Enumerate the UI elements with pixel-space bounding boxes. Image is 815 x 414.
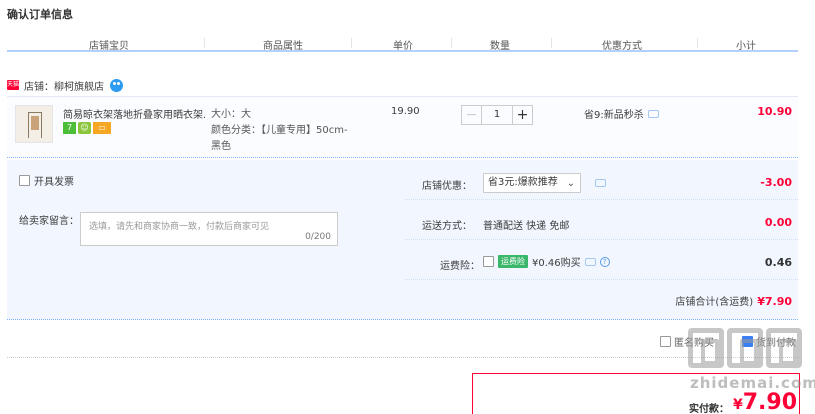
smile-service-icon: ☺ xyxy=(78,122,91,134)
column-divider xyxy=(551,38,552,48)
insurance-amount: 0.46 xyxy=(764,256,792,269)
quantity-stepper: − 1 + xyxy=(461,105,533,125)
fees-panel: 店铺优惠： 省3元:爆款推荐 ⌄ -3.00 运送方式： 普通配送 快递 免邮 … xyxy=(405,160,798,320)
col-discount: 优惠方式 xyxy=(602,41,642,52)
column-divider xyxy=(351,38,352,48)
shipping-label: 运送方式： xyxy=(422,221,472,232)
shop-total-label: 店铺合计(含运费) xyxy=(675,297,754,308)
anonymous-checkbox[interactable] xyxy=(660,336,671,347)
memo-label: 给卖家留言： xyxy=(19,216,79,227)
tmall-icon: 天猫 xyxy=(7,80,20,90)
decrease-quantity-button[interactable]: − xyxy=(461,105,482,125)
insurance-badge: 运费险 xyxy=(498,255,528,268)
invoice-checkbox[interactable] xyxy=(19,175,30,186)
column-divider xyxy=(451,38,452,48)
col-subtotal: 小计 xyxy=(736,41,756,52)
column-divider xyxy=(204,38,205,48)
insurance-row: 运费险： 运费险 ¥0.46购买 ? 0.46 xyxy=(405,240,798,280)
wangwang-chat-icon[interactable] xyxy=(110,78,123,92)
card-payment-icon: ▭ xyxy=(93,122,111,134)
watermark-logo-icon xyxy=(688,328,802,368)
seller-memo-textarea[interactable]: 选填，请先和商家协商一致，付款后商家可见 0/200 xyxy=(80,212,338,246)
coupon-select[interactable]: 省3元:爆款推荐 ⌄ xyxy=(483,173,581,193)
comment-icon[interactable] xyxy=(584,257,596,266)
watermark-text: zhidemai.com xyxy=(690,374,815,392)
shop-name-link[interactable]: 柳柯旗舰店 xyxy=(54,78,104,93)
seven-day-return-icon: 7 xyxy=(63,122,76,134)
insurance-checkbox[interactable] xyxy=(483,256,494,267)
product-name-link[interactable]: 简易晾衣架落地折叠家用晒衣架... xyxy=(63,106,205,121)
item-promotion: 省9:新品秒杀 xyxy=(584,106,659,121)
attr-color-2: 黑色 xyxy=(211,141,231,152)
purchase-options-bar: 匿名购买 货到付款 xyxy=(7,326,798,358)
shop-total: 店铺合计(含运费) ¥7.90 xyxy=(675,293,792,308)
service-badges: 7 ☺ ▭ xyxy=(63,122,111,134)
col-shop-item: 店铺宝贝 xyxy=(89,41,129,52)
invoice-label: 开具发票 xyxy=(34,177,74,188)
column-divider xyxy=(697,38,698,48)
help-icon[interactable]: ? xyxy=(599,256,610,267)
increase-quantity-button[interactable]: + xyxy=(512,105,533,125)
promotion-text: 省9:新品秒杀 xyxy=(584,110,644,121)
col-attributes: 商品属性 xyxy=(263,41,303,52)
comment-icon[interactable] xyxy=(647,109,659,118)
unit-price: 19.90 xyxy=(391,106,420,117)
cloth-graphic xyxy=(31,116,39,130)
invoice-option[interactable]: 开具发票 xyxy=(19,173,74,188)
insurance-option[interactable]: 运费险 ¥0.46购买 ? xyxy=(483,254,610,269)
page-title: 确认订单信息 xyxy=(7,8,73,21)
attr-size: 大小：大 xyxy=(211,109,251,120)
watermark: zhidemai.com xyxy=(688,328,815,410)
shipping-method: 普通配送 快递 免邮 xyxy=(483,221,570,232)
attr-color-1: 颜色分类：【儿童专用】50cm- xyxy=(211,125,348,136)
shop-total-amount: ¥7.90 xyxy=(757,295,792,308)
memo-char-counter: 0/200 xyxy=(305,232,331,242)
coupon-label: 店铺优惠： xyxy=(422,181,472,192)
insurance-price: ¥0.46购买 xyxy=(532,258,581,269)
col-quantity: 数量 xyxy=(490,41,510,52)
shop-header: 天猫 店铺： 柳柯旗舰店 xyxy=(7,77,123,93)
item-subtotal: 10.90 xyxy=(757,105,792,118)
comment-icon[interactable] xyxy=(595,179,606,187)
chevron-down-icon: ⌄ xyxy=(566,178,575,189)
order-item-row: 简易晾衣架落地折叠家用晒衣架... 7 ☺ ▭ 大小：大 颜色分类：【儿童专用】… xyxy=(7,96,798,158)
order-options-panel: 开具发票 给卖家留言： 选填，请先和商家协商一致，付款后商家可见 0/200 店… xyxy=(7,160,798,320)
insurance-label: 运费险： xyxy=(440,261,480,272)
shipping-row: 运送方式： 普通配送 快递 免邮 0.00 xyxy=(405,200,798,240)
column-header: 店铺宝贝 商品属性 单价 数量 优惠方式 小计 xyxy=(7,34,798,52)
coupon-amount: -3.00 xyxy=(760,176,792,189)
product-thumbnail[interactable] xyxy=(15,105,53,143)
quantity-input[interactable]: 1 xyxy=(482,105,512,125)
coupon-selected-value: 省3元:爆款推荐 xyxy=(488,177,558,188)
col-unit-price: 单价 xyxy=(393,41,413,52)
coupon-row: 店铺优惠： 省3元:爆款推荐 ⌄ -3.00 xyxy=(405,160,798,200)
shop-label: 店铺： xyxy=(24,81,54,93)
memo-placeholder: 选填，请先和商家协商一致，付款后商家可见 xyxy=(89,222,270,232)
shipping-amount: 0.00 xyxy=(764,216,792,229)
product-attributes: 大小：大 颜色分类：【儿童专用】50cm- 黑色 xyxy=(211,107,361,155)
